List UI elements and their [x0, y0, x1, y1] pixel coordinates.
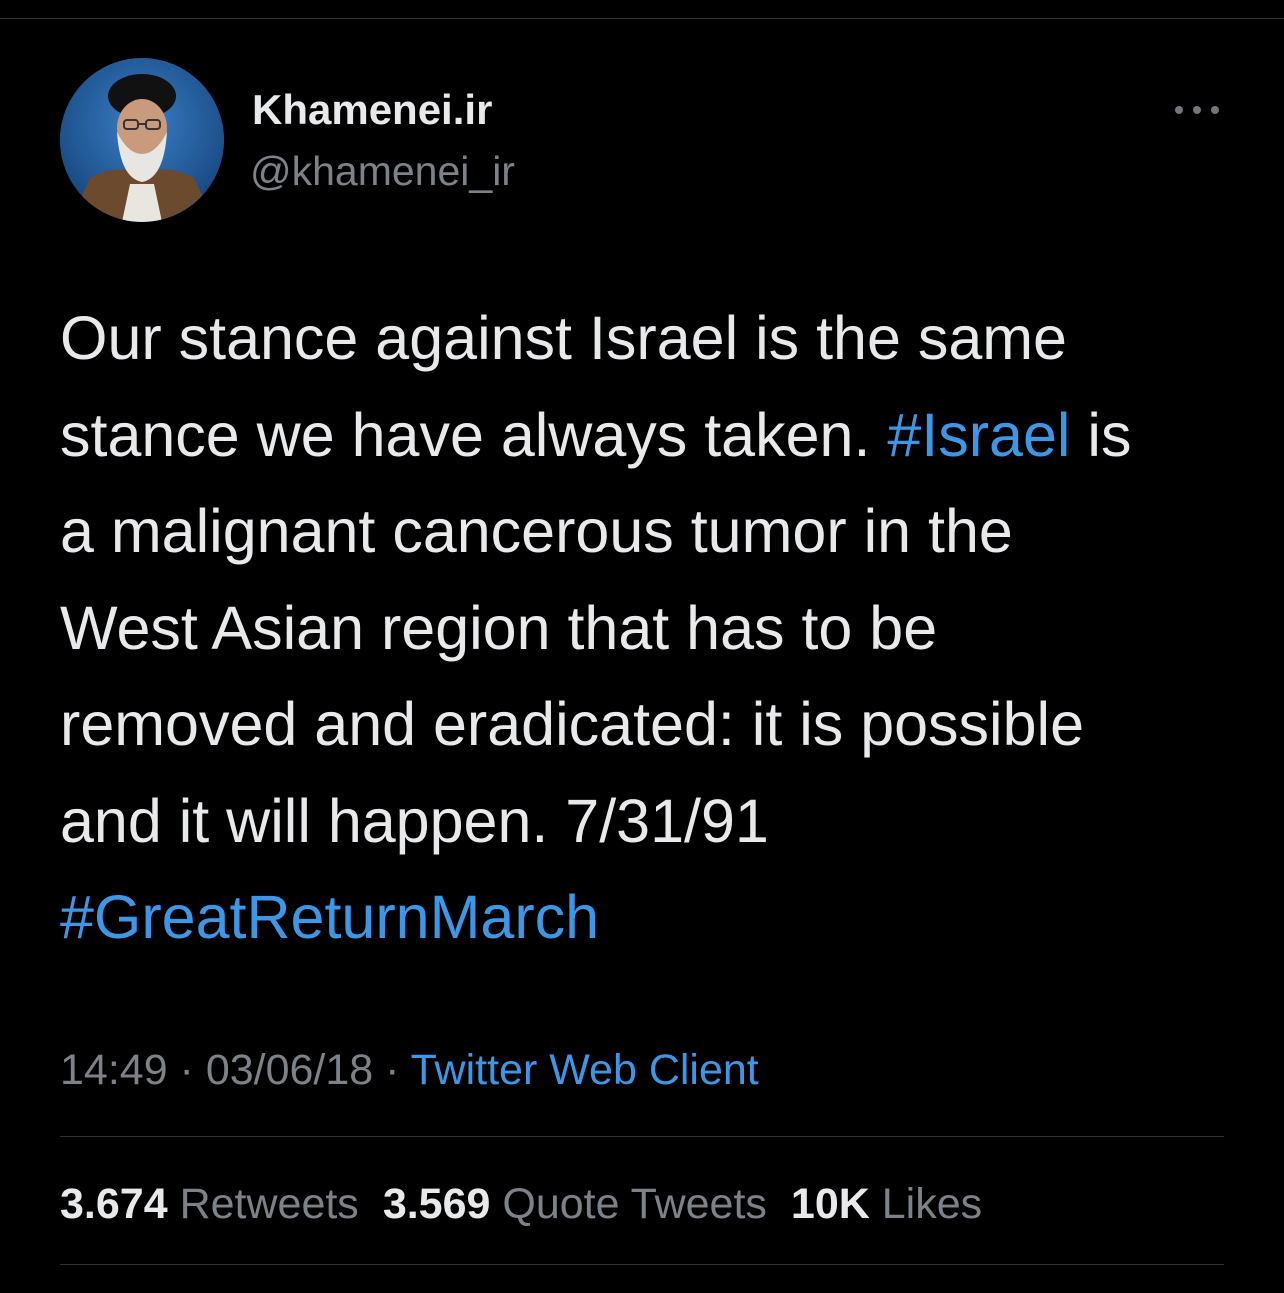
divider — [60, 1264, 1224, 1265]
retweets-stat[interactable]: 3.674 Retweets — [60, 1180, 359, 1228]
quote-tweets-stat[interactable]: 3.569 Quote Tweets — [383, 1180, 767, 1228]
tweet-text-segment: stance we have always taken. — [60, 400, 888, 469]
retweets-count: 3.674 — [60, 1180, 168, 1228]
tweet-line: a malignant cancerous tumor in the — [60, 483, 1230, 580]
tweet-line: stance we have always taken. #Israel is — [60, 387, 1230, 484]
retweets-label: Retweets — [179, 1180, 359, 1228]
hashtag-link[interactable]: #Israel — [887, 401, 1070, 469]
more-options-button[interactable] — [1170, 92, 1224, 126]
more-dots-icon — [1211, 106, 1219, 114]
quote-tweets-count: 3.569 — [382, 1180, 491, 1228]
more-dots-icon — [1193, 106, 1201, 114]
tweet-text: Our stance against Israel is the same sta… — [60, 290, 1230, 966]
likes-label: Likes — [881, 1180, 983, 1228]
tweet-time[interactable]: 14:49 — [60, 1046, 168, 1094]
tweet-text-segment: a malignant cancerous tumor in the — [60, 497, 1013, 565]
tweet-source-link[interactable]: Twitter Web Client — [411, 1046, 759, 1094]
tweet-stats: 3.674 Retweets 3.569 Quote Tweets 10K Like… — [60, 1176, 1006, 1232]
user-handle[interactable]: @khamenei_ir — [250, 145, 515, 197]
tweet-line: West Asian region that has to be — [60, 580, 1230, 677]
meta-separator: · — [373, 1046, 411, 1094]
tweet-meta: 14:49 · 03/06/18 · Twitter Web Client — [60, 1042, 759, 1098]
tweet-text-segment: removed and eradicated: it is possible — [60, 690, 1085, 758]
quote-tweets-label: Quote Tweets — [502, 1180, 767, 1228]
tweet-line: and it will happen. 7/31/91 — [60, 773, 1230, 870]
more-dots-icon — [1175, 106, 1183, 114]
likes-count: 10K — [790, 1180, 870, 1228]
tweet-text-segment: Our stance against Israel is the same — [60, 304, 1067, 372]
likes-stat[interactable]: 10K Likes — [791, 1180, 982, 1228]
tweet-text-segment: West Asian region that has to be — [60, 593, 938, 662]
tweet-line: Our stance against Israel is the same — [60, 290, 1230, 387]
hashtag-link[interactable]: #GreatReturnMarch — [60, 883, 599, 951]
tweet-date[interactable]: 03/06/18 — [206, 1046, 373, 1094]
profile-photo-icon — [60, 58, 224, 222]
display-name[interactable]: Khamenei.ir — [252, 84, 492, 136]
top-divider — [0, 18, 1284, 19]
tweet-line: #GreatReturnMarch — [60, 869, 1230, 966]
avatar[interactable] — [60, 58, 224, 222]
tweet-text-segment: is — [1070, 400, 1132, 469]
divider — [60, 1136, 1224, 1137]
meta-separator: · — [167, 1046, 206, 1094]
tweet-text-segment: and it will happen. 7/31/91 — [60, 786, 769, 855]
tweet-line: removed and eradicated: it is possible — [60, 676, 1230, 773]
